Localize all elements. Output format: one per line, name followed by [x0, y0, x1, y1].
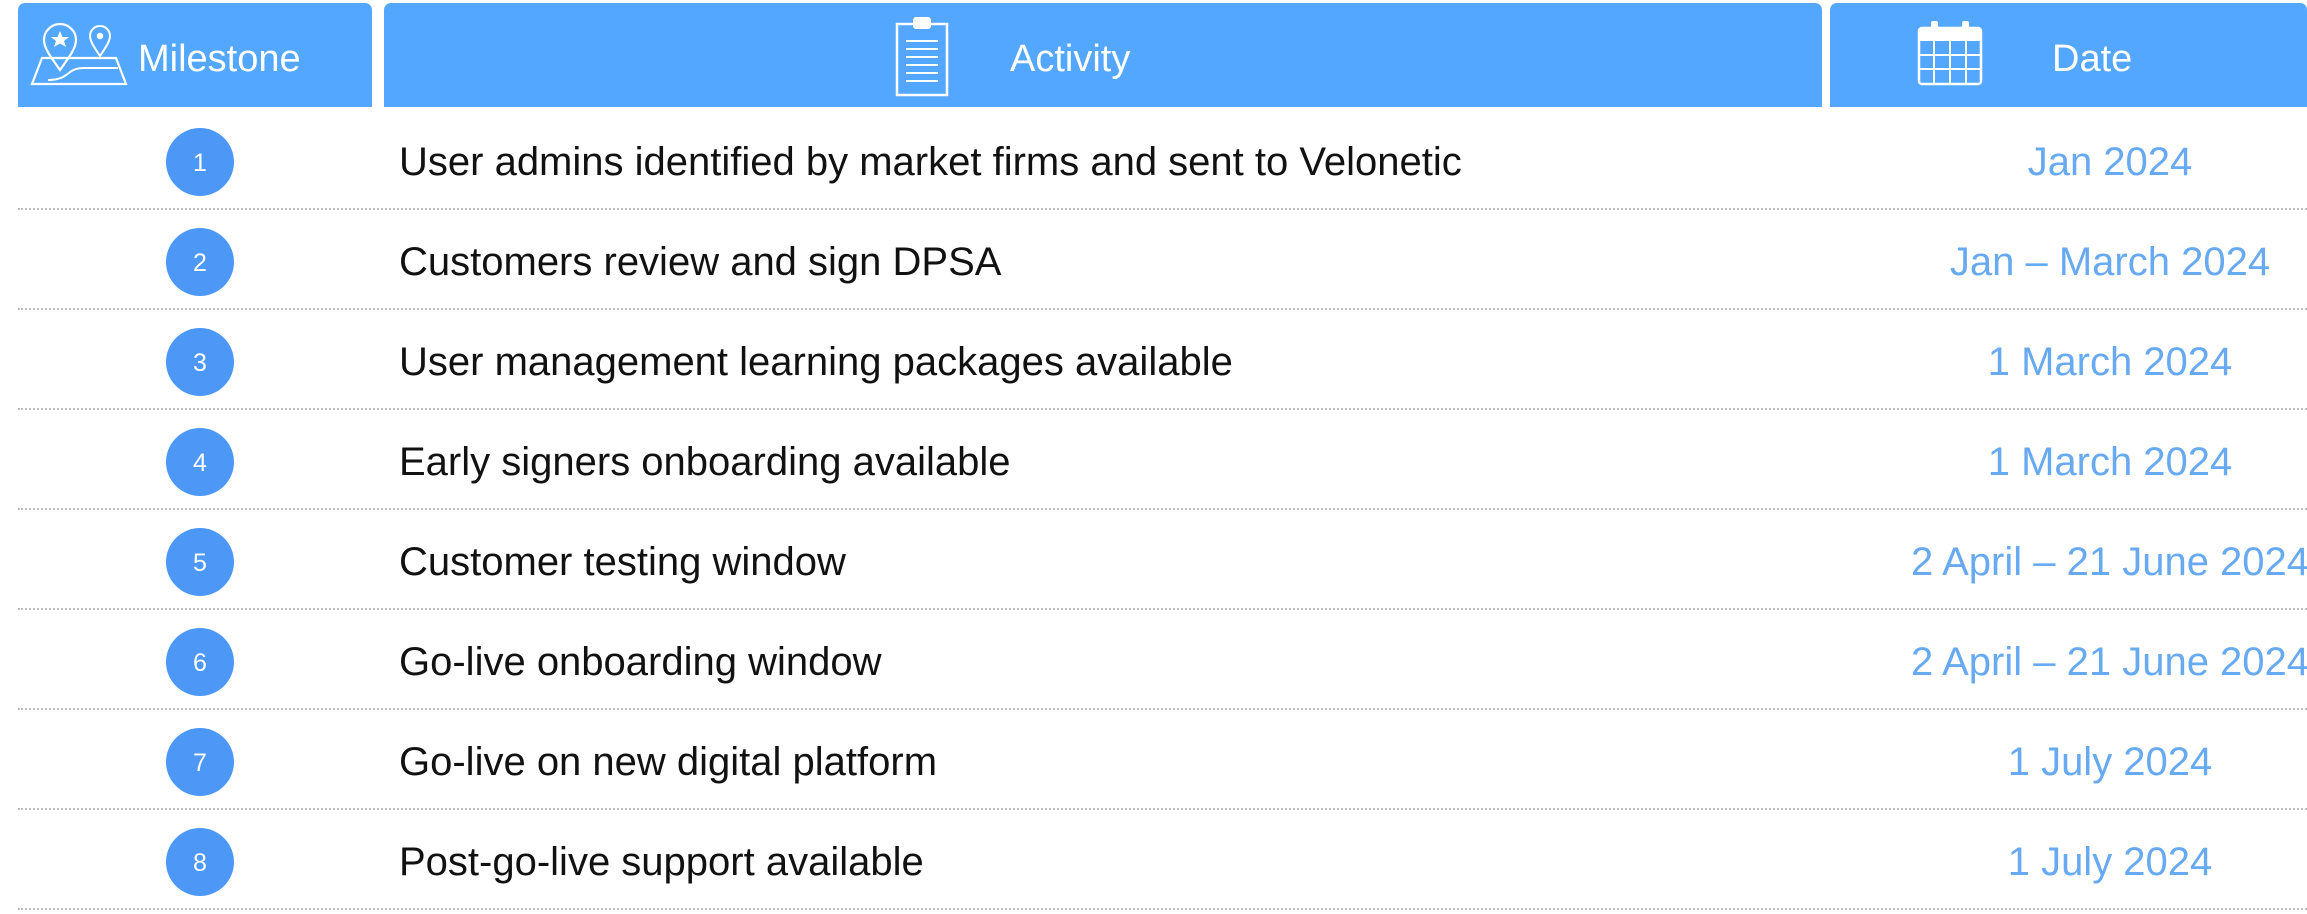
- date-text: 2 April – 21 June 2024: [1910, 540, 2307, 584]
- activity-header-label: Activity: [1010, 38, 1131, 80]
- calendar-icon: [1917, 21, 1983, 86]
- activity-text: Go-live onboarding window: [399, 640, 882, 684]
- milestone-number-badge: 5: [166, 528, 234, 596]
- date-header-label: Date: [2052, 38, 2133, 80]
- activity-text: Customer testing window: [399, 540, 846, 584]
- table-row: 5 Customer testing window 2 April – 21 Jun…: [18, 510, 2307, 610]
- activity-column-header: Activity: [384, 3, 1822, 107]
- milestone-column-header: Milestone: [18, 3, 372, 107]
- activity-text: Post-go-live support available: [399, 840, 924, 884]
- date-text: 2 April – 21 June 2024: [1910, 640, 2307, 684]
- milestone-header-label: Milestone: [138, 38, 301, 80]
- date-text: 1 July 2024: [2007, 840, 2213, 884]
- date-text: 1 March 2024: [1987, 340, 2233, 384]
- date-text: Jan 2024: [2027, 140, 2193, 184]
- activity-text: User management learning packages availa…: [399, 340, 1233, 384]
- activity-text: Early signers onboarding available: [399, 440, 1011, 484]
- milestone-number-badge: 3: [166, 328, 234, 396]
- clipboard-icon: [895, 17, 949, 97]
- date-text: 1 March 2024: [1987, 440, 2233, 484]
- table-row: 8 Post-go-live support available 1 July 20…: [18, 810, 2307, 910]
- table-row: 7 Go-live on new digital platform 1 July 2…: [18, 710, 2307, 810]
- milestone-number-badge: 7: [166, 728, 234, 796]
- date-column-header: Date: [1830, 3, 2307, 107]
- milestone-number-badge: 6: [166, 628, 234, 696]
- milestone-number-badge: 8: [166, 828, 234, 896]
- row-divider: [18, 908, 2307, 910]
- activity-text: User admins identified by market firms a…: [399, 140, 1462, 184]
- table-row: 4 Early signers onboarding available 1 Mar…: [18, 410, 2307, 510]
- date-text: Jan – March 2024: [1949, 240, 2271, 284]
- table-row: 1 User admins identified by market firms …: [18, 110, 2307, 210]
- activity-text: Customers review and sign DPSA: [399, 240, 1002, 284]
- table-row: 6 Go-live onboarding window 2 April – 21 J…: [18, 610, 2307, 710]
- activity-text: Go-live on new digital platform: [399, 740, 938, 784]
- table-row: 2 Customers review and sign DPSA Jan – Mar…: [18, 210, 2307, 310]
- milestone-number-badge: 4: [166, 428, 234, 496]
- date-text: 1 July 2024: [2007, 740, 2213, 784]
- milestone-number-badge: 2: [166, 228, 234, 296]
- table-row: 3 User management learning packages avail…: [18, 310, 2307, 410]
- map-pins-icon: [30, 22, 128, 86]
- milestone-number-badge: 1: [166, 128, 234, 196]
